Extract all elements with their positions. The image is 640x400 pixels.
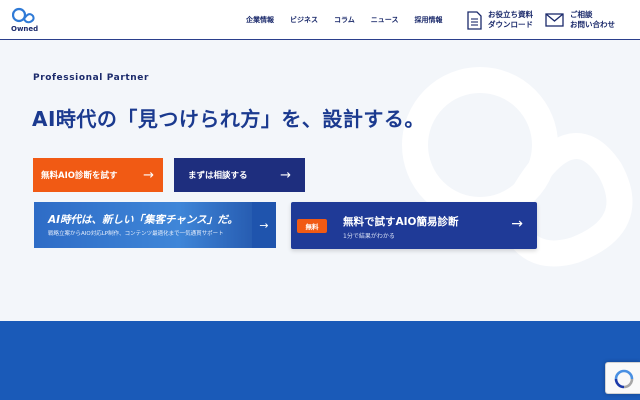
nav-item-news[interactable]: ニュース <box>371 15 399 25</box>
contact-line1: ご相談 <box>570 10 593 19</box>
free-diagnosis-button[interactable]: 無料AIO診断を試す → <box>33 158 163 192</box>
logo-icon <box>12 7 35 24</box>
consult-label: まずは相談する <box>188 171 248 181</box>
download-link[interactable]: お役立ち資料 ダウンロード <box>467 10 533 30</box>
arrow-right-icon: → <box>280 167 291 183</box>
mail-icon <box>545 13 564 27</box>
aio-diagnosis-banner[interactable]: 無料 無料で試すAIO簡易診断 1分で結果がわかる → <box>291 202 537 249</box>
logo[interactable]: Owned <box>11 7 41 35</box>
nav-item-column[interactable]: コラム <box>334 15 355 25</box>
recaptcha-badge[interactable] <box>605 362 640 394</box>
main-nav: 企業情報 ビジネス コラム ニュース 採用情報 <box>246 15 442 25</box>
recaptcha-icon <box>614 369 634 389</box>
blue-section <box>0 321 640 400</box>
background-logo-decoration <box>360 50 640 320</box>
aio-service-banner[interactable]: AI時代は、新しい「集客チャンス」だ。 戦略立案からAIO対応LP制作、コンテン… <box>34 202 276 248</box>
nav-item-recruit[interactable]: 採用情報 <box>414 15 442 25</box>
free-diagnosis-label: 無料AIO診断を試す <box>41 171 118 181</box>
contact-line2: お問い合わせ <box>570 20 615 29</box>
consult-button[interactable]: まずは相談する → <box>174 158 305 192</box>
document-icon <box>467 10 482 30</box>
diagnosis-title: 無料で試すAIO簡易診断 <box>343 216 459 228</box>
arrow-right-icon: → <box>252 202 276 248</box>
arrow-right-icon: → <box>511 216 523 232</box>
hero-eyebrow: Professional Partner <box>33 73 150 83</box>
free-badge: 無料 <box>297 219 327 233</box>
contact-link[interactable]: ご相談 お問い合わせ <box>545 10 615 30</box>
nav-item-business[interactable]: ビジネス <box>290 15 318 25</box>
download-line1: お役立ち資料 <box>488 10 533 19</box>
banner-title: AI時代は、新しい「集客チャンス」だ。 <box>48 214 238 226</box>
diagnosis-subtitle: 1分で結果がわかる <box>343 233 395 240</box>
banner-subtitle: 戦略立案からAIO対応LP制作、コンテンツ最適化まで一気通貫サポート <box>48 231 224 237</box>
hero-headline: AI時代の「見つけられ方」を、設計する。 <box>32 107 425 131</box>
download-line2: ダウンロード <box>488 20 533 29</box>
logo-text: Owned <box>11 25 39 33</box>
nav-item-company[interactable]: 企業情報 <box>246 15 274 25</box>
site-header: Owned 企業情報 ビジネス コラム ニュース 採用情報 お役立ち資料 ダウン… <box>0 0 640 40</box>
arrow-right-icon: → <box>143 167 154 183</box>
